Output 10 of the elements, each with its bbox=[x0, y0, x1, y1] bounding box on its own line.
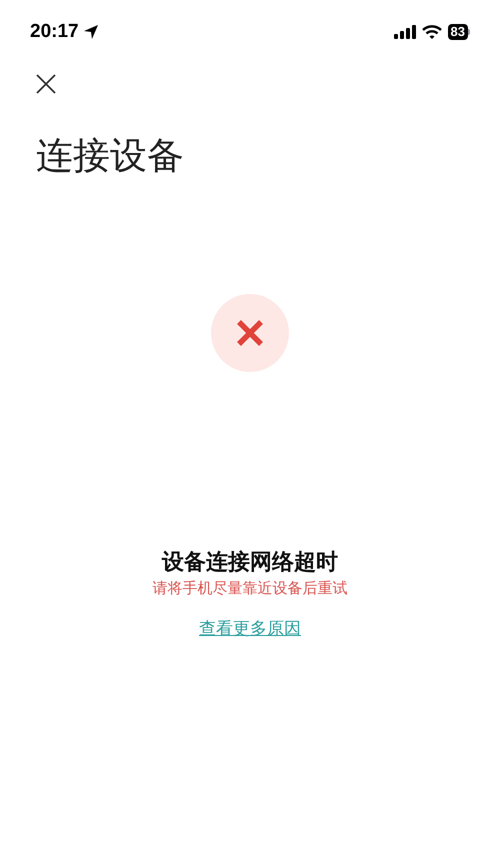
page-title: 连接设备 bbox=[36, 134, 185, 178]
error-heading: 设备连接网络超时 bbox=[162, 548, 338, 576]
close-button[interactable] bbox=[36, 74, 56, 94]
error-hint: 请将手机尽量靠近设备后重试 bbox=[152, 579, 348, 599]
wifi-icon bbox=[422, 25, 442, 39]
signal-icon bbox=[394, 25, 416, 39]
more-reasons-link[interactable]: 查看更多原因 bbox=[199, 616, 301, 642]
battery-level: 83 bbox=[448, 24, 468, 40]
status-time: 20:17 bbox=[30, 20, 79, 44]
location-arrow-icon bbox=[82, 24, 99, 40]
